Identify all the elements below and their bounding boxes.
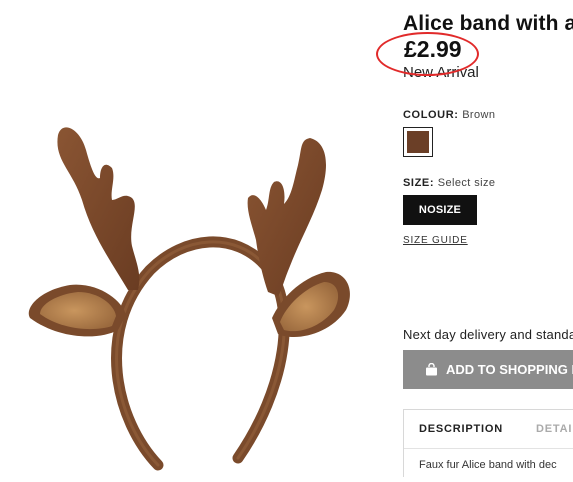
colour-label: COLOUR: [403, 109, 459, 121]
product-price: £2.99 [404, 36, 462, 62]
add-to-bag-label: ADD TO SHOPPING B [446, 362, 573, 377]
product-title: Alice band with a [403, 12, 573, 35]
antler-headband-illustration [28, 127, 350, 471]
tab-description[interactable]: DESCRIPTION [419, 423, 503, 435]
colour-value: Brown [462, 109, 496, 121]
size-label-row: SIZE: Select size [403, 177, 495, 189]
new-arrival-badge: New Arrival [403, 64, 479, 81]
tab-bar: DESCRIPTION DETAI [404, 410, 573, 449]
size-option-button[interactable]: NOSIZE [403, 195, 477, 225]
product-info-panel: Alice band with a £2.99 New Arrival COLO… [403, 0, 573, 477]
size-value: Select size [437, 177, 496, 189]
details-tabs: DESCRIPTION DETAI Faux fur Alice band wi… [403, 409, 573, 477]
colour-swatch-fill [407, 131, 429, 153]
colour-label-row: COLOUR: Brown [403, 109, 495, 121]
tab-details[interactable]: DETAI [536, 423, 572, 435]
product-image [0, 0, 395, 477]
size-guide-link[interactable]: SIZE GUIDE [403, 235, 468, 246]
description-text: Faux fur Alice band with dec [419, 459, 557, 471]
delivery-info: Next day delivery and standa [403, 327, 573, 342]
size-label: SIZE: [403, 177, 435, 189]
colour-swatch-brown[interactable] [403, 127, 433, 157]
shopping-bag-icon [426, 363, 437, 376]
add-to-bag-button[interactable]: ADD TO SHOPPING B [403, 350, 573, 389]
